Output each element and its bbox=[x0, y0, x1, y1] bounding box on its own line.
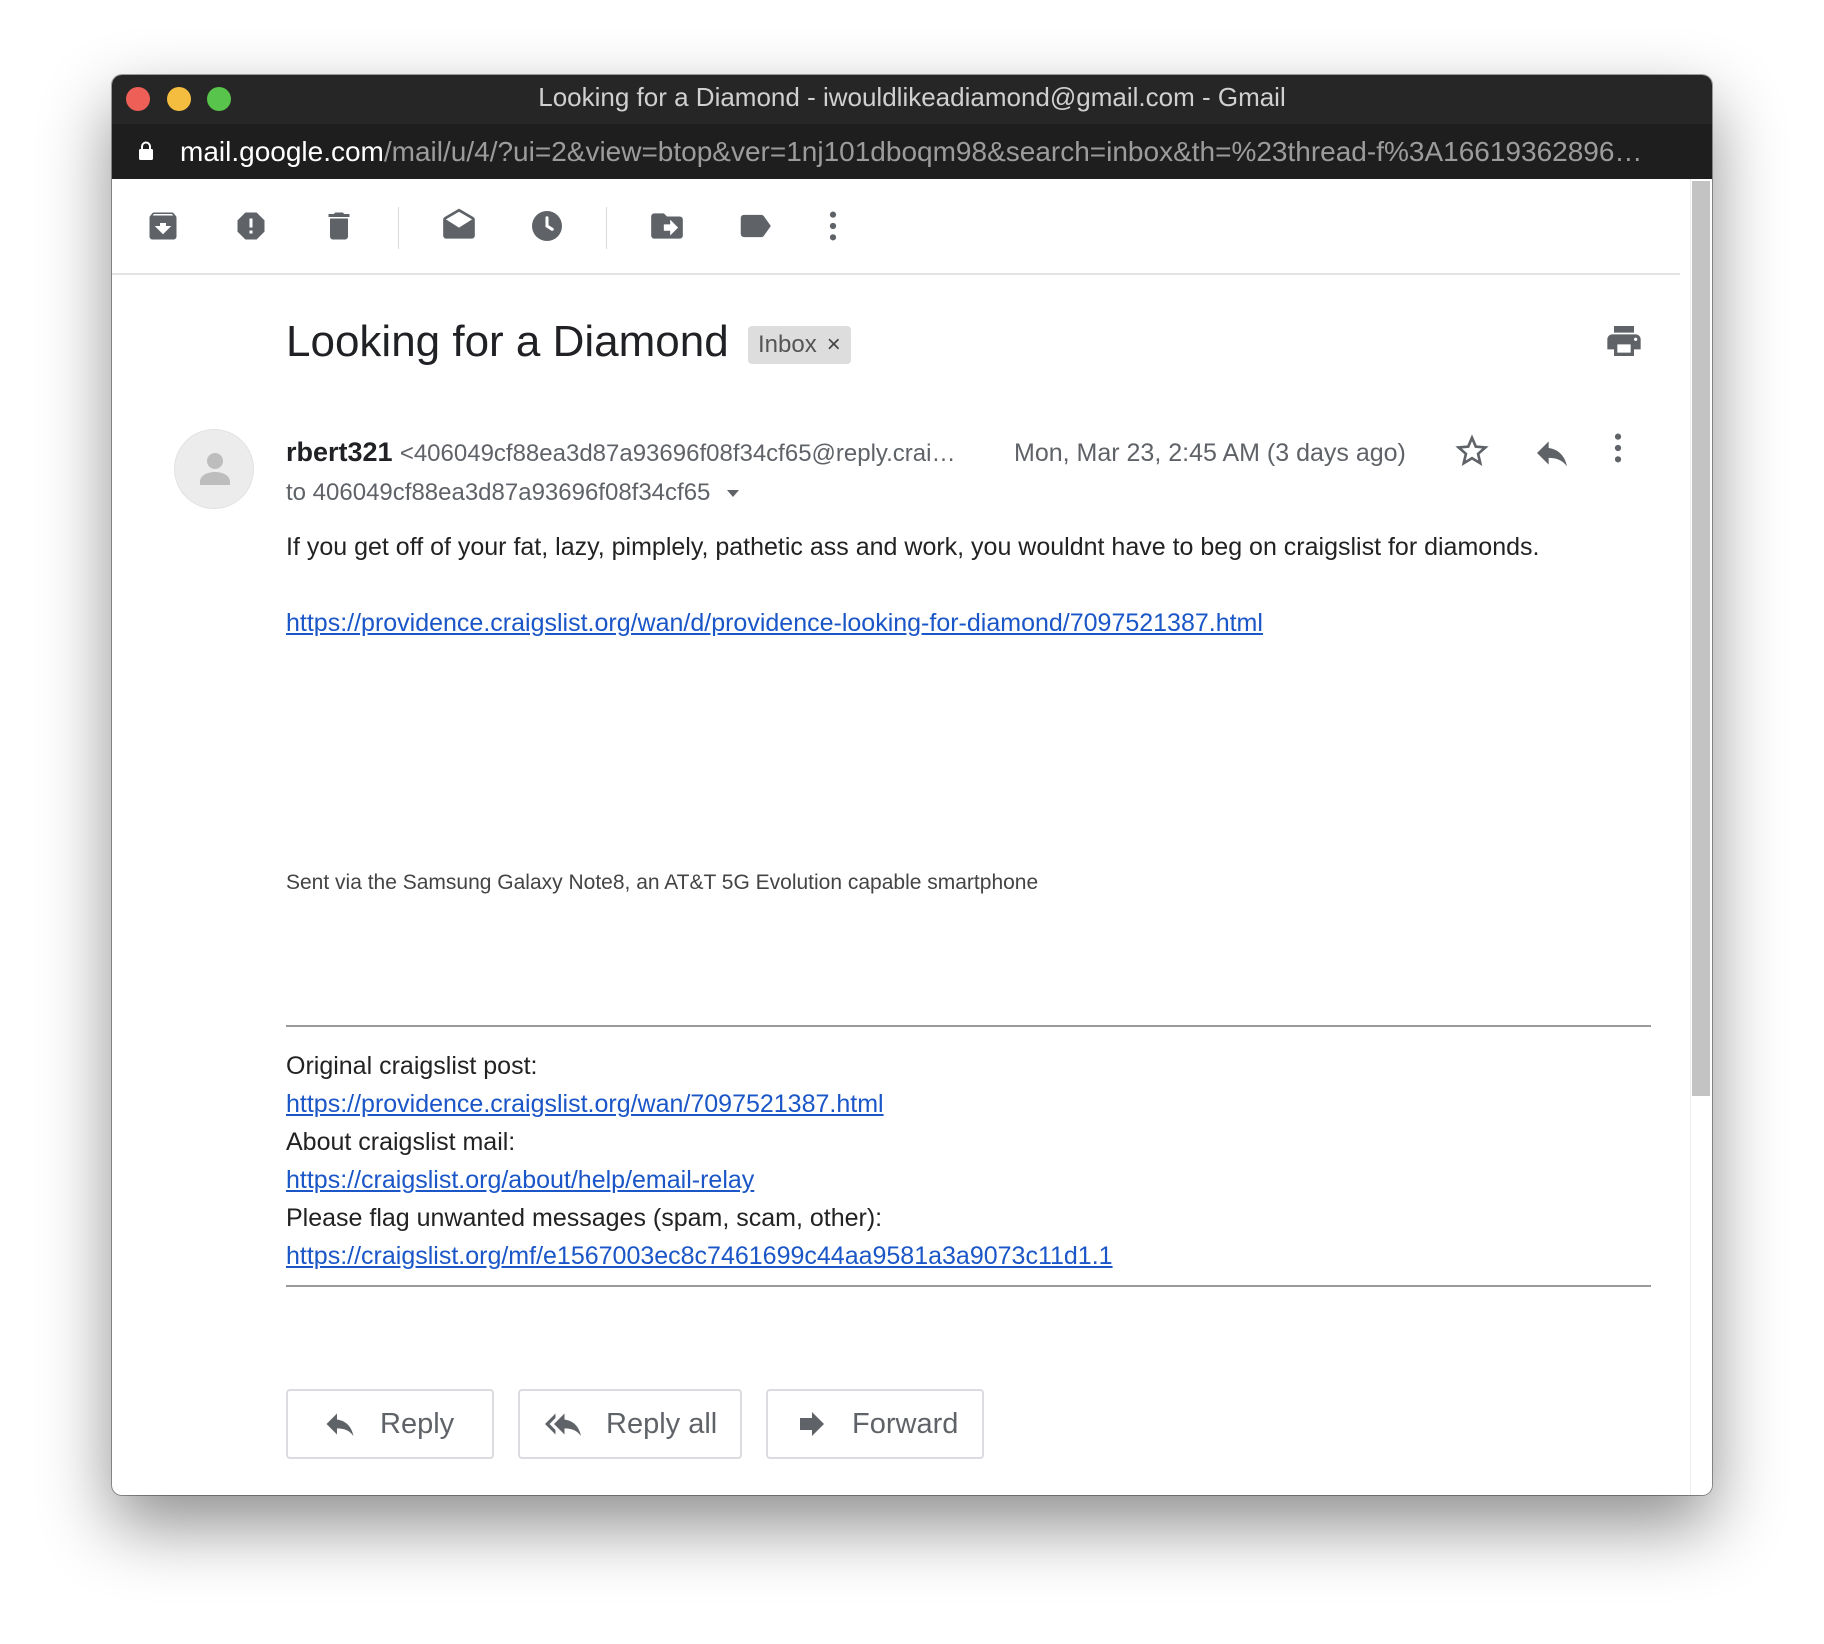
flag-message-link[interactable]: https://craigslist.org/mf/e1567003ec8c74… bbox=[286, 1237, 1113, 1275]
footer-divider bbox=[286, 1025, 1651, 1027]
original-post-label: Original craigslist post: bbox=[286, 1052, 538, 1080]
reply-icon bbox=[326, 1413, 354, 1436]
address-bar[interactable]: mail.google.com/mail/u/4/?ui=2&view=btop… bbox=[112, 124, 1712, 179]
scrollbar[interactable] bbox=[1690, 179, 1712, 1495]
footer-divider bbox=[286, 1285, 1651, 1287]
print-all-button[interactable] bbox=[1604, 321, 1648, 365]
chevron-down-icon[interactable] bbox=[725, 489, 741, 499]
print-icon bbox=[1607, 326, 1641, 356]
report-spam-icon bbox=[237, 212, 265, 240]
about-mail-link[interactable]: https://craigslist.org/about/help/email-… bbox=[286, 1161, 754, 1199]
url-text[interactable]: mail.google.com/mail/u/4/?ui=2&view=btop… bbox=[180, 124, 1672, 179]
snooze-icon bbox=[532, 211, 562, 241]
archive-icon bbox=[149, 212, 177, 240]
url-path: /mail/u/4/?ui=2&view=btop&ver=1nj101dboq… bbox=[383, 136, 1643, 167]
reply-all-button[interactable]: Reply all bbox=[518, 1389, 742, 1459]
star-button[interactable] bbox=[1452, 431, 1494, 473]
url-domain: mail.google.com bbox=[180, 136, 384, 167]
reply-icon-button[interactable] bbox=[1532, 433, 1574, 473]
more-actions-button[interactable] bbox=[812, 205, 854, 247]
email-signature: Sent via the Samsung Galaxy Note8, an AT… bbox=[286, 871, 1039, 894]
mark-unread-icon bbox=[443, 208, 475, 239]
sender-avatar[interactable] bbox=[174, 429, 254, 509]
sender-name[interactable]: rbert321 bbox=[286, 437, 393, 467]
forward-label: Forward bbox=[852, 1407, 959, 1440]
more-vert-icon bbox=[1614, 433, 1622, 463]
gmail-content: Looking for a Diamond Inbox × rbert321 <… bbox=[112, 179, 1712, 1495]
title-bar: Looking for a Diamond - iwouldlikeadiamo… bbox=[112, 75, 1712, 179]
email-subject: Looking for a Diamond bbox=[286, 317, 729, 366]
reply-all-icon bbox=[545, 1413, 581, 1436]
label-button[interactable] bbox=[734, 205, 776, 247]
report-spam-button[interactable] bbox=[230, 205, 272, 247]
window-title: Looking for a Diamond - iwouldlikeadiamo… bbox=[538, 82, 1286, 112]
message-toolbar bbox=[112, 179, 1680, 275]
recipient-text: to 406049cf88ea3d87a93696f08f34cf65 bbox=[286, 479, 711, 506]
flag-messages-label: Please flag unwanted messages (spam, sca… bbox=[286, 1204, 883, 1232]
email-body-text: If you get off of your fat, lazy, pimple… bbox=[286, 533, 1540, 561]
email-date: Mon, Mar 23, 2:45 AM (3 days ago) bbox=[1014, 439, 1406, 467]
message-more-button[interactable] bbox=[1612, 431, 1632, 473]
move-to-button[interactable] bbox=[646, 205, 688, 247]
more-vert-icon bbox=[829, 211, 837, 241]
delete-button[interactable] bbox=[318, 205, 360, 247]
original-post-link[interactable]: https://providence.craigslist.org/wan/70… bbox=[286, 1085, 884, 1123]
inbox-label-chip[interactable]: Inbox × bbox=[748, 326, 851, 364]
scrollbar-thumb[interactable] bbox=[1692, 181, 1710, 1096]
browser-window: Looking for a Diamond - iwouldlikeadiamo… bbox=[112, 75, 1712, 1495]
about-mail-label: About craigslist mail: bbox=[286, 1128, 516, 1156]
reply-button[interactable]: Reply bbox=[286, 1389, 494, 1459]
lock-icon bbox=[139, 141, 153, 160]
reply-all-label: Reply all bbox=[606, 1407, 718, 1440]
forward-button[interactable]: Forward bbox=[766, 1389, 984, 1459]
sender-line: rbert321 <406049cf88ea3d87a93696f08f34cf… bbox=[286, 437, 955, 468]
recipient-line[interactable]: to 406049cf88ea3d87a93696f08f34cf65 bbox=[286, 479, 741, 507]
archive-button[interactable] bbox=[142, 205, 184, 247]
forward-icon bbox=[800, 1412, 824, 1436]
mark-unread-button[interactable] bbox=[438, 205, 480, 247]
person-icon bbox=[200, 453, 230, 485]
toolbar-divider bbox=[398, 207, 399, 249]
label-text: Inbox bbox=[758, 331, 817, 358]
remove-label-icon[interactable]: × bbox=[827, 331, 841, 359]
toolbar-divider bbox=[606, 207, 607, 249]
delete-icon bbox=[328, 212, 350, 240]
move-to-icon bbox=[651, 213, 683, 239]
sender-email: <406049cf88ea3d87a93696f08f34cf65@reply.… bbox=[399, 440, 956, 467]
star-icon bbox=[1455, 434, 1489, 466]
craigslist-footer: Original craigslist post: https://provid… bbox=[286, 1047, 1113, 1275]
craigslist-post-link[interactable]: https://providence.craigslist.org/wan/d/… bbox=[286, 609, 1263, 638]
reply-label: Reply bbox=[380, 1407, 455, 1440]
snooze-button[interactable] bbox=[526, 205, 568, 247]
reply-icon bbox=[1537, 441, 1567, 467]
label-icon bbox=[740, 214, 771, 238]
